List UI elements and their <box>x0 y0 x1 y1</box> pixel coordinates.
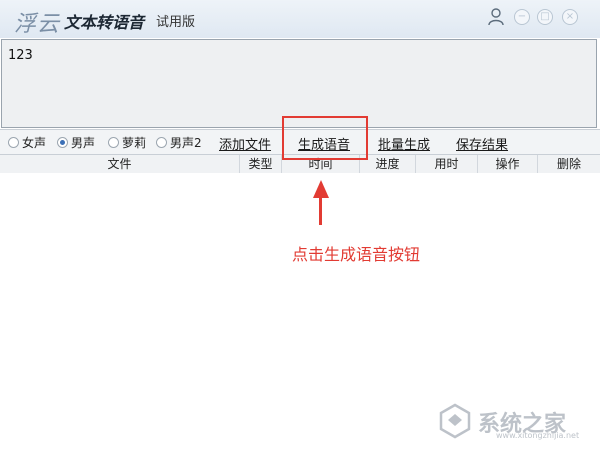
column-header-type[interactable]: 类型 <box>240 155 282 173</box>
radio-circle-icon <box>8 137 19 148</box>
minimize-icon[interactable]: − <box>514 9 530 25</box>
radio-label: 男声 <box>71 136 96 150</box>
column-header-progress[interactable]: 进度 <box>360 155 416 173</box>
radio-female[interactable]: 女声 <box>8 136 46 150</box>
maximize-icon[interactable]: □ <box>537 9 553 25</box>
radio-selected-icon <box>57 137 68 148</box>
column-header-duration[interactable]: 用时 <box>416 155 478 173</box>
radio-circle-icon <box>156 137 167 148</box>
column-header-time[interactable]: 时间 <box>282 155 360 173</box>
watermark-url: www.xitongzhijia.net <box>496 431 580 440</box>
save-result-button[interactable]: 保存结果 <box>456 134 508 153</box>
radio-loli[interactable]: 萝莉 <box>108 136 146 150</box>
app-title: 文本转语音 <box>64 13 145 32</box>
watermark: 系统之家 www.xitongzhijia.net <box>430 400 594 444</box>
title-bar: 浮云 文本转语音 试用版 − □ × <box>0 0 600 38</box>
radio-circle-icon <box>108 137 119 148</box>
edition-label: 试用版 <box>156 15 196 30</box>
radio-male[interactable]: 男声 <box>57 136 95 150</box>
generate-speech-button[interactable]: 生成语音 <box>298 134 350 153</box>
column-header-delete[interactable]: 删除 <box>538 155 600 173</box>
radio-male2[interactable]: 男声2 <box>156 136 202 150</box>
file-table-header: 文件 类型 时间 进度 用时 操作 删除 <box>0 154 600 174</box>
column-header-action[interactable]: 操作 <box>478 155 538 173</box>
user-icon[interactable] <box>488 8 504 26</box>
arrow-shaft <box>319 195 322 225</box>
options-bar: 女声 男声 萝莉 男声2 添加文件 生成语音 批量生成 保存结果 <box>0 129 600 154</box>
app-logo: 浮云 <box>14 12 61 37</box>
radio-label: 女声 <box>22 136 47 150</box>
column-header-file[interactable]: 文件 <box>0 155 240 173</box>
watermark-logo-icon <box>439 403 471 439</box>
annotation-hint: 点击生成语音按钮 <box>292 245 421 264</box>
add-file-button[interactable]: 添加文件 <box>219 134 271 153</box>
close-icon[interactable]: × <box>562 9 578 25</box>
text-input-area[interactable]: 123 <box>1 39 597 128</box>
radio-label: 男声2 <box>170 136 202 150</box>
batch-generate-button[interactable]: 批量生成 <box>378 134 430 153</box>
radio-label: 萝莉 <box>122 136 147 150</box>
